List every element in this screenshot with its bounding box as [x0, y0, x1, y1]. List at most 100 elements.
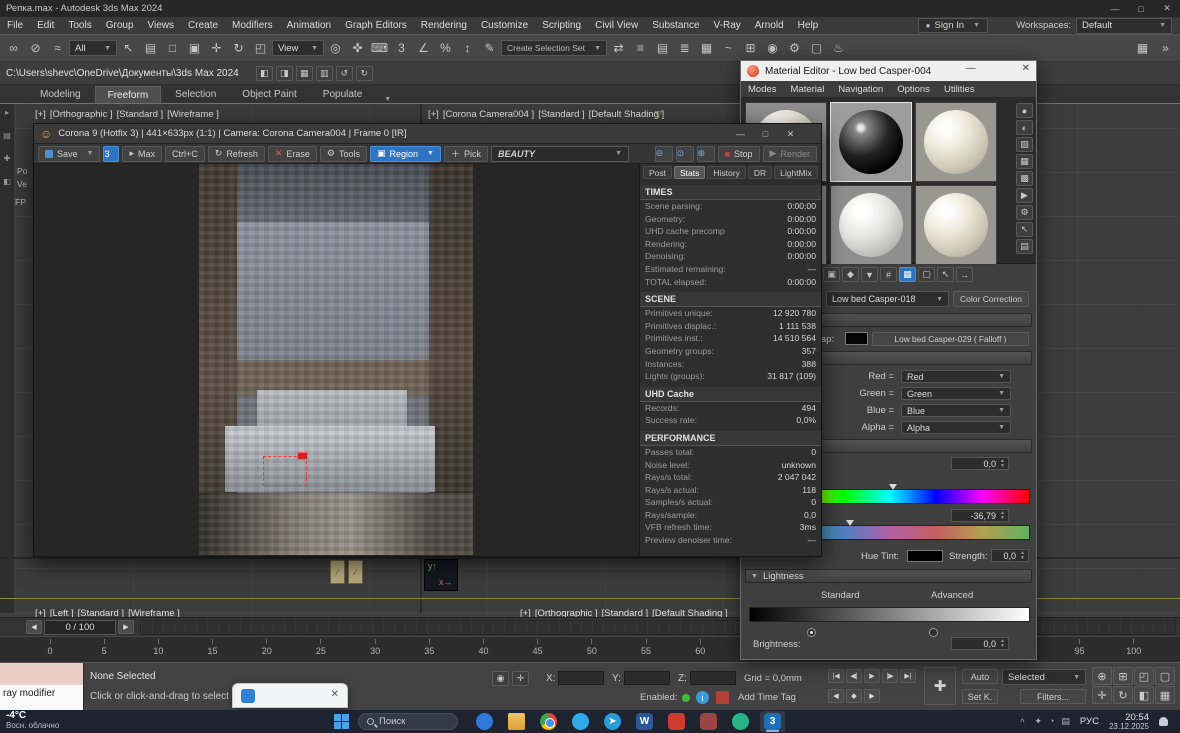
maximize-button[interactable]: □ [1128, 0, 1154, 17]
channel-dropdown[interactable]: Alpha▼ [901, 421, 1011, 434]
orbit-icon[interactable]: ↻ [1113, 686, 1133, 704]
select-and-rotate-icon[interactable]: ↻ [228, 37, 249, 59]
viewport-label-segment[interactable]: [Standard ] [538, 109, 584, 120]
menu-item[interactable]: Modifiers [225, 17, 280, 34]
select-and-link-icon[interactable]: ∞ [3, 37, 24, 59]
select-and-move-icon[interactable]: ✛ [206, 37, 227, 59]
ribbon-tab[interactable]: Selection [163, 86, 228, 103]
viewport-label-segment[interactable]: [Orthographic ] [50, 109, 113, 120]
rendered-frame-icon[interactable]: ▢ [806, 37, 827, 59]
menu-item[interactable]: Substance [645, 17, 706, 34]
layer-manager-icon[interactable]: ≣ [674, 37, 695, 59]
current-frame-indicator[interactable]: 0 / 100 [44, 620, 116, 635]
use-pivot-center-icon[interactable]: ◎ [325, 37, 346, 59]
undo-icon[interactable]: ↺ [336, 66, 353, 81]
zoom-region-icon[interactable]: ▢ [1155, 667, 1175, 685]
brightness-field[interactable]: 0,0 ▲▼ [951, 637, 1009, 650]
select-and-manipulate-icon[interactable]: ✜ [347, 37, 368, 59]
menu-item[interactable]: Help [791, 17, 826, 34]
make-copy-icon[interactable]: ▣ [823, 267, 840, 282]
hue-marker[interactable] [889, 484, 897, 490]
project-folder-icon[interactable]: ◧ [256, 66, 273, 81]
ribbon-toggle-icon[interactable]: ▦ [696, 37, 717, 59]
render-region-icon[interactable] [297, 452, 308, 460]
weather-widget[interactable]: -4°C Восн. облачно [6, 711, 59, 731]
material-sample-slot[interactable] [830, 102, 912, 182]
next-key-button[interactable]: ▶ [864, 689, 880, 703]
spinner-snap-icon[interactable]: ↕ [457, 37, 478, 59]
browser-icon[interactable] [472, 711, 497, 732]
zoom-icon[interactable]: ⊕ [1092, 667, 1112, 685]
close-button[interactable]: ✕ [1022, 63, 1030, 74]
viewport-label-segment[interactable]: [+] [35, 109, 46, 120]
set-key-mode-button[interactable]: Set K. [962, 689, 998, 704]
select-by-material-icon[interactable]: ↖ [1016, 222, 1033, 237]
menu-item[interactable]: Customize [474, 17, 535, 34]
ribbon-tab[interactable]: Freeform [95, 86, 162, 103]
material-name-dropdown[interactable]: Low bed Casper-018▼ [826, 291, 949, 307]
make-unique-icon[interactable]: ◆ [842, 267, 859, 282]
track-key-marker[interactable]: ∕ [348, 560, 363, 584]
selected-keys-dropdown[interactable]: Selected▼ [1002, 669, 1086, 685]
sample-uv-tiling-icon[interactable]: ▦ [1016, 154, 1033, 169]
copy-button[interactable]: Ctrl+C [165, 146, 205, 162]
app-red-icon[interactable] [664, 711, 689, 732]
render-region-marquee[interactable] [263, 456, 307, 486]
start-button[interactable] [334, 714, 349, 729]
spinner-arrows[interactable]: ▲▼ [998, 458, 1007, 469]
render-button[interactable]: ▶Render [763, 146, 817, 162]
maximize-viewport-icon[interactable]: ▦ [1155, 686, 1175, 704]
generate-preview-icon[interactable]: ▶ [1016, 188, 1033, 203]
maxscript-mini-listener[interactable]: ray modifier [0, 663, 84, 710]
y-coordinate-field[interactable] [624, 671, 670, 685]
go-to-start-button[interactable]: |◀ [828, 669, 844, 683]
map-button[interactable]: Low bed Casper-029 ( Falloff ) [872, 332, 1029, 346]
ribbon-collapse-icon[interactable]: ▼ [384, 96, 391, 103]
rectangular-selection-icon[interactable]: □ [162, 37, 183, 59]
menu-item[interactable]: Group [99, 17, 141, 34]
layout-tab-icon[interactable]: ▸ [5, 108, 9, 117]
lightness-rollout[interactable]: ▼ Lightness [745, 569, 1032, 583]
spinner-arrows[interactable]: ▲▼ [998, 510, 1007, 521]
pan-icon[interactable]: ✛ [1092, 686, 1112, 704]
hidden-icons-button[interactable]: ^ [1020, 717, 1024, 727]
put-to-library-icon[interactable]: ▼ [861, 267, 878, 282]
ribbon-tab[interactable]: Modeling [28, 86, 93, 103]
network-tray-icon[interactable]: ▤ [1061, 716, 1070, 727]
viewport-label-segment[interactable]: [Default Shading ] [589, 109, 665, 120]
zoom-extents-icon[interactable]: ◰ [1134, 667, 1154, 685]
refresh-button[interactable]: ↻Refresh [208, 146, 265, 162]
vfb-tab[interactable]: LightMix [774, 166, 818, 179]
frame-forward-button[interactable]: ▶ [118, 620, 134, 634]
menu-item[interactable]: Animation [280, 17, 338, 34]
zoom-in-icon[interactable]: ⊕ [697, 146, 715, 162]
selection-lock-icon[interactable]: ◉ [492, 671, 509, 686]
hue-shift-field[interactable]: 0,0 ▲▼ [951, 457, 1009, 470]
vfb-tab[interactable]: History [707, 166, 745, 179]
chrome-icon[interactable] [536, 711, 561, 732]
save-icon[interactable]: ▦ [296, 66, 313, 81]
add-time-tag[interactable]: Add Time Tag [738, 692, 796, 703]
saturation-marker[interactable] [846, 520, 854, 526]
viewport-label-segment[interactable]: [Corona Camera004 ] [443, 109, 534, 120]
minimize-button[interactable]: — [728, 124, 753, 144]
sample-type-icon[interactable]: ● [1016, 103, 1033, 118]
edge-icon[interactable] [568, 711, 593, 732]
material-map-navigator-icon[interactable]: ▤ [1016, 239, 1033, 254]
render-production-icon[interactable]: ♨ [828, 37, 849, 59]
play-button[interactable]: ▶ [864, 669, 880, 683]
transform-gizmo-icon[interactable]: ✛ [512, 671, 529, 686]
backlight-icon[interactable]: ◐ [1016, 120, 1033, 135]
mirror-icon[interactable]: ⇄ [608, 37, 629, 59]
vfb-tab[interactable]: DR [748, 166, 772, 179]
snaps-toggle-icon[interactable]: 3 [391, 37, 412, 59]
menu-item[interactable]: Edit [30, 17, 61, 34]
window-crossing-icon[interactable]: ▣ [184, 37, 205, 59]
material-sample-slot[interactable] [915, 185, 997, 265]
advanced-radio[interactable] [929, 628, 938, 637]
auto-key-button[interactable]: Auto [962, 669, 998, 684]
key-mode-button[interactable]: ◆ [846, 689, 862, 703]
video-color-check-icon[interactable]: ▩ [1016, 171, 1033, 186]
telegram-icon[interactable]: ➤ [600, 711, 625, 732]
hue-tint-swatch[interactable] [907, 550, 943, 562]
